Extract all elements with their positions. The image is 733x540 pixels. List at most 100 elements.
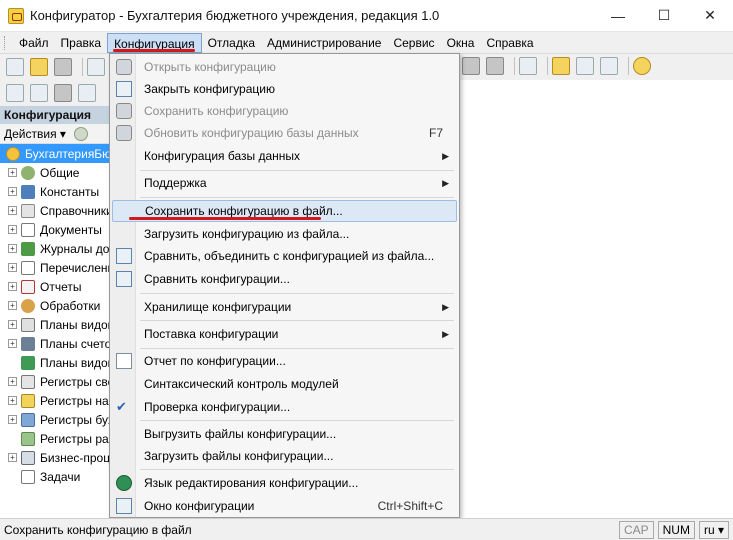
redo-icon[interactable] bbox=[486, 57, 504, 75]
open-folder-icon[interactable] bbox=[30, 58, 48, 76]
menu-config-check[interactable]: ✔ Проверка конфигурации... bbox=[112, 396, 457, 418]
tree-label: Задачи bbox=[40, 469, 81, 484]
expand-icon[interactable]: + bbox=[8, 225, 17, 234]
menu-help[interactable]: Справка bbox=[480, 33, 539, 53]
blank-icon bbox=[116, 299, 132, 315]
expand-icon[interactable]: + bbox=[8, 301, 17, 310]
menu-file[interactable]: Файл bbox=[13, 33, 55, 53]
expand-icon[interactable]: + bbox=[8, 263, 17, 272]
maximize-button[interactable]: ☐ bbox=[641, 0, 687, 32]
menu-config-delivery[interactable]: Поставка конфигурации ▶ bbox=[112, 323, 457, 345]
tree-item[interactable]: + Регистры накопления bbox=[0, 391, 109, 410]
tree-item[interactable]: Задачи bbox=[0, 467, 109, 486]
language-selector[interactable]: ru ▾ bbox=[698, 520, 729, 539]
undo-icon[interactable] bbox=[462, 57, 480, 75]
minimize-button[interactable]: — bbox=[595, 0, 641, 32]
panel-title: Конфигурация bbox=[0, 106, 109, 124]
menu-syntax-check[interactable]: Синтаксический контроль модулей bbox=[112, 373, 457, 395]
menu-item-label: Синтаксический контроль модулей bbox=[144, 377, 339, 391]
config-window-icon[interactable] bbox=[6, 84, 24, 102]
acc-registers-icon bbox=[21, 412, 35, 427]
menu-edit-language[interactable]: Язык редактирования конфигурации... bbox=[112, 472, 457, 494]
menu-close-configuration[interactable]: Закрыть конфигурацию bbox=[112, 78, 457, 100]
menu-windows[interactable]: Окна bbox=[441, 33, 481, 53]
cut-icon[interactable] bbox=[87, 58, 105, 76]
tree-item[interactable]: Планы видов расчета bbox=[0, 353, 109, 372]
info-icon[interactable] bbox=[633, 57, 651, 75]
menu-load-config-from-file[interactable]: Загрузить конфигурацию из файла... bbox=[112, 223, 457, 245]
tree-item[interactable]: + Обработки bbox=[0, 296, 109, 315]
menu-config-window[interactable]: Окно конфигурации Ctrl+Shift+C bbox=[112, 495, 457, 517]
compare-merge-icon bbox=[116, 248, 132, 264]
menu-edit[interactable]: Правка bbox=[55, 33, 108, 53]
save-icon[interactable] bbox=[54, 58, 72, 76]
syntax-helper-icon[interactable] bbox=[600, 57, 618, 75]
expand-icon[interactable]: + bbox=[8, 377, 17, 386]
tree-item[interactable]: + Регистры бухгалтерии bbox=[0, 410, 109, 429]
common-icon bbox=[21, 165, 35, 180]
expand-icon[interactable]: + bbox=[8, 396, 17, 405]
windows-icon[interactable] bbox=[519, 57, 537, 75]
menubar-grip[interactable] bbox=[4, 35, 7, 50]
expand-icon[interactable]: + bbox=[8, 415, 17, 424]
add-icon[interactable] bbox=[73, 126, 88, 141]
tree-root[interactable]: БухгалтерияБюджетная bbox=[0, 144, 109, 163]
expand-icon[interactable]: + bbox=[8, 282, 17, 291]
expand-icon[interactable]: + bbox=[8, 453, 17, 462]
new-file-icon[interactable] bbox=[6, 58, 24, 76]
tree-item[interactable]: + Регистры сведений bbox=[0, 372, 109, 391]
toolbar-separator bbox=[82, 58, 83, 76]
compare-icon[interactable] bbox=[30, 84, 48, 102]
tree-item[interactable]: + Общие bbox=[0, 163, 109, 182]
menu-config-report[interactable]: Отчет по конфигурации... bbox=[112, 350, 457, 372]
documents-icon bbox=[21, 222, 35, 237]
table-icon[interactable] bbox=[78, 84, 96, 102]
tree-label: Планы видов расчета bbox=[40, 355, 109, 370]
menu-compare-merge-file[interactable]: Сравнить, объединить с конфигурацией из … bbox=[112, 245, 457, 267]
tree-label: Отчеты bbox=[40, 279, 82, 294]
menu-compare-configurations[interactable]: Сравнить конфигурации... bbox=[112, 268, 457, 290]
tree-item[interactable]: + Планы счетов bbox=[0, 334, 109, 353]
menu-export-config-files[interactable]: Выгрузить файлы конфигурации... bbox=[112, 423, 457, 445]
menu-service[interactable]: Сервис bbox=[387, 33, 440, 53]
menu-support[interactable]: Поддержка ▶ bbox=[112, 172, 457, 194]
menu-item-label: Загрузить конфигурацию из файла... bbox=[144, 227, 350, 241]
wizard-icon[interactable] bbox=[552, 57, 570, 75]
close-button[interactable]: ✕ bbox=[687, 0, 733, 32]
menu-config-repository[interactable]: Хранилище конфигурации ▶ bbox=[112, 296, 457, 318]
title-bar: Конфигуратор - Бухгалтерия бюджетного уч… bbox=[0, 0, 733, 32]
tree-item[interactable]: + Справочники bbox=[0, 201, 109, 220]
tree-item[interactable]: Регистры расчета bbox=[0, 429, 109, 448]
expand-icon[interactable]: + bbox=[8, 168, 17, 177]
tree-item[interactable]: + Константы bbox=[0, 182, 109, 201]
tree-item[interactable]: + Бизнес-процессы bbox=[0, 448, 109, 467]
tree-item[interactable]: + Документы bbox=[0, 220, 109, 239]
menu-save-configuration[interactable]: Сохранить конфигурацию bbox=[112, 100, 457, 122]
expand-icon[interactable]: + bbox=[8, 206, 17, 215]
menu-db-configuration[interactable]: Конфигурация базы данных ▶ bbox=[112, 145, 457, 167]
actions-dropdown[interactable]: Действия ▾ bbox=[4, 127, 66, 141]
window-title: Конфигуратор - Бухгалтерия бюджетного уч… bbox=[30, 8, 440, 23]
menu-item-label: Проверка конфигурации... bbox=[144, 400, 291, 414]
expand-icon[interactable]: + bbox=[8, 244, 17, 253]
tree-label: Регистры бухгалтерии bbox=[40, 412, 109, 427]
shortcut-label: Ctrl+Shift+C bbox=[377, 499, 443, 513]
search-help-icon[interactable] bbox=[576, 57, 594, 75]
expand-icon[interactable]: + bbox=[8, 339, 17, 348]
tree-item[interactable]: + Планы видов характеристик bbox=[0, 315, 109, 334]
menu-open-configuration[interactable]: Открыть конфигурацию bbox=[112, 56, 457, 78]
submenu-arrow-icon: ▶ bbox=[442, 301, 449, 312]
menu-debug[interactable]: Отладка bbox=[202, 33, 261, 53]
expand-icon[interactable]: + bbox=[8, 187, 17, 196]
menu-separator bbox=[140, 170, 454, 171]
tree-item[interactable]: + Отчеты bbox=[0, 277, 109, 296]
tree-item[interactable]: + Перечисления bbox=[0, 258, 109, 277]
expand-icon[interactable]: + bbox=[8, 320, 17, 329]
menu-import-config-files[interactable]: Загрузить файлы конфигурации... bbox=[112, 445, 457, 467]
enums-icon bbox=[21, 260, 35, 275]
menu-administration[interactable]: Администрирование bbox=[261, 33, 387, 53]
tree-item[interactable]: + Журналы документов bbox=[0, 239, 109, 258]
database-icon[interactable] bbox=[54, 84, 72, 102]
tree-label: Константы bbox=[40, 184, 100, 199]
menu-update-db-configuration[interactable]: Обновить конфигурацию базы данных F7 bbox=[112, 122, 457, 144]
